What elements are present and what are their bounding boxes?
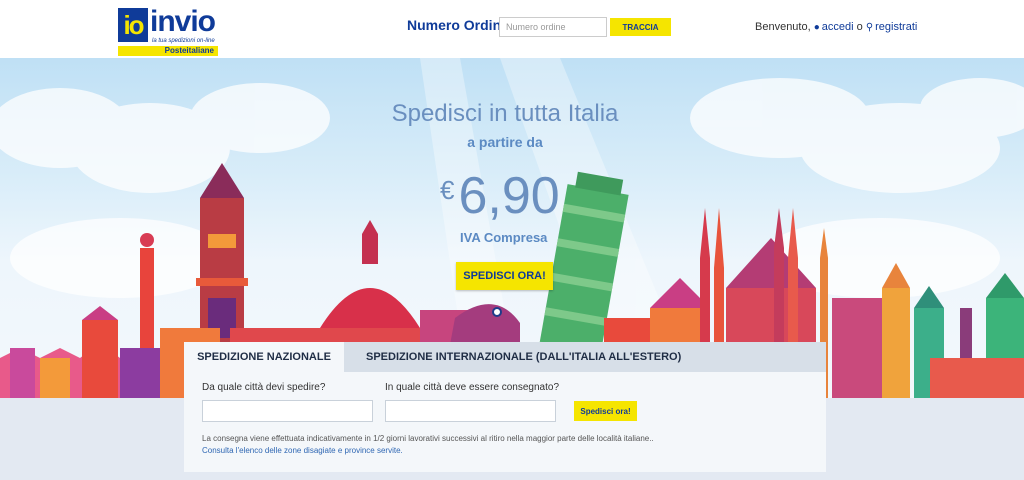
shipping-form-panel: SPEDIZIONE NAZIONALE SPEDIZIONE INTERNAZ… xyxy=(184,342,826,472)
from-city-input[interactable] xyxy=(202,400,373,422)
login-label: accedi xyxy=(821,21,854,33)
order-number-input[interactable] xyxy=(499,17,607,37)
order-number-label: Numero Ordine xyxy=(407,17,509,33)
shipping-tabs: SPEDIZIONE NAZIONALE SPEDIZIONE INTERNAZ… xyxy=(184,342,826,372)
logo-brand: Posteitaliane xyxy=(164,46,214,55)
ship-now-button[interactable]: Spedisci ora! xyxy=(574,401,637,421)
logo-io: io xyxy=(118,8,148,42)
key-icon: ⚲ xyxy=(865,22,874,33)
tab-national[interactable]: SPEDIZIONE NAZIONALE xyxy=(184,342,344,372)
to-city-input[interactable] xyxy=(385,400,556,422)
zones-link[interactable]: Consulta l'elenco delle zone disagiate e… xyxy=(202,446,403,455)
register-label: registrati xyxy=(875,21,918,33)
hero-title: Spedisci in tutta Italia xyxy=(391,100,619,127)
logo-brand-bar: Posteitaliane xyxy=(118,46,218,56)
track-button[interactable]: TRACCIA xyxy=(610,18,671,36)
price-currency: € xyxy=(440,175,455,205)
or-text: o xyxy=(856,21,863,33)
welcome-bar: Benvenuto, ● accedi o ⚲ registrati xyxy=(755,21,917,33)
hero-price: €6,90 xyxy=(440,166,560,226)
price-amount: 6,90 xyxy=(458,167,560,225)
from-city-label: Da quale città devi spedire? xyxy=(202,382,326,393)
site-header: io invio la tua spedizioni on-line Poste… xyxy=(0,0,1024,58)
welcome-text: Benvenuto, xyxy=(755,21,811,33)
delivery-note: La consegna viene effettuata indicativam… xyxy=(202,434,654,443)
logo-tagline: la tua spedizioni on-line xyxy=(152,38,215,44)
login-link[interactable]: ● accedi xyxy=(814,21,854,33)
hero-subtitle: a partire da xyxy=(467,134,543,150)
user-icon: ● xyxy=(813,22,820,33)
tab-international[interactable]: SPEDIZIONE INTERNAZIONALE (DALL'ITALIA A… xyxy=(366,342,686,372)
to-city-label: In quale città deve essere consegnato? xyxy=(385,382,560,393)
ioinvio-logo[interactable]: io invio la tua spedizioni on-line Poste… xyxy=(118,5,218,56)
hero-ship-now-button[interactable]: SPEDISCI ORA! xyxy=(456,262,553,290)
logo-invio: invio xyxy=(150,5,216,38)
hero-vat: IVA Compresa xyxy=(460,230,548,245)
register-link[interactable]: ⚲ registrati xyxy=(866,21,918,33)
